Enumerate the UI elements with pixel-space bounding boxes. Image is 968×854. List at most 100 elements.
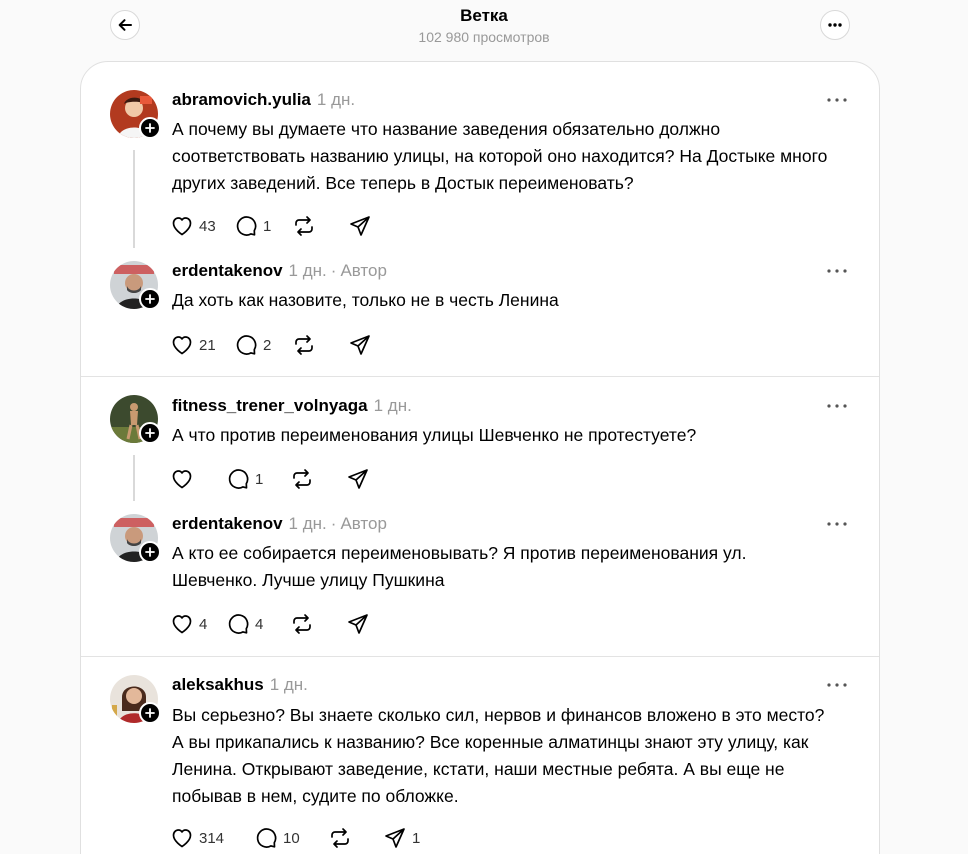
share-button[interactable] — [348, 214, 404, 238]
like-count: 43 — [199, 217, 216, 235]
repost-icon — [293, 469, 311, 489]
post-actions: 1 — [170, 467, 402, 491]
more-options-button[interactable] — [820, 10, 850, 40]
plus-icon — [145, 547, 155, 557]
more-dots-icon[interactable] — [825, 92, 849, 108]
plus-icon — [145, 708, 155, 718]
like-count: 314 — [199, 829, 225, 847]
username[interactable]: abramovich.yulia — [172, 90, 311, 109]
reply-button[interactable]: 2 — [234, 333, 292, 357]
send-icon — [348, 614, 368, 634]
more-dots-icon[interactable] — [825, 398, 849, 414]
timestamp[interactable]: 1 дн. — [374, 396, 412, 415]
username[interactable]: fitness_trener_volnyaga — [172, 396, 368, 415]
post-text: А что против переименования улицы Шевчен… — [172, 425, 697, 445]
meta-separator: · — [330, 514, 337, 533]
timestamp[interactable]: 1 дн. — [289, 261, 327, 280]
thread-divider — [81, 376, 879, 377]
follow-button[interactable] — [139, 117, 161, 139]
send-icon — [350, 335, 370, 355]
reply-button[interactable]: 4 — [226, 612, 290, 636]
repost-button[interactable] — [328, 826, 383, 850]
thread-line — [133, 455, 135, 501]
like-button[interactable] — [170, 467, 226, 491]
more-dots-icon[interactable] — [825, 677, 849, 693]
post-actions: 43 1 — [170, 214, 404, 238]
follow-button[interactable] — [139, 702, 161, 724]
post-actions: 4 4 — [170, 612, 402, 636]
comment-icon — [236, 216, 257, 236]
repost-icon — [293, 614, 311, 634]
heart-icon — [172, 336, 192, 355]
reply-count: 4 — [255, 615, 264, 633]
plus-icon — [145, 294, 155, 304]
thread-divider — [81, 656, 879, 657]
share-button[interactable] — [346, 612, 402, 636]
comment-icon — [236, 335, 257, 355]
thread-line — [133, 150, 135, 248]
share-button[interactable] — [346, 467, 402, 491]
share-count: 1 — [412, 829, 421, 847]
post-text: А почему вы думаете что название заведен… — [172, 119, 828, 193]
like-button[interactable]: 314 — [170, 826, 254, 850]
more-dots-icon[interactable] — [825, 263, 849, 279]
post-text: Да хоть как назовите, только не в честь … — [172, 290, 559, 310]
heart-icon — [172, 615, 192, 634]
repost-icon — [295, 335, 313, 355]
comment-icon — [228, 614, 249, 634]
like-count: 4 — [199, 615, 208, 633]
like-button[interactable]: 21 — [170, 333, 226, 357]
timestamp[interactable]: 1 дн. — [270, 675, 308, 694]
send-icon — [348, 469, 368, 489]
post-actions: 21 2 — [170, 333, 404, 357]
repost-icon — [295, 216, 313, 236]
post-header: fitness_trener_volnyaga 1 дн. — [172, 395, 412, 417]
like-count: 21 — [199, 336, 216, 354]
heart-icon — [172, 829, 192, 848]
post-header: aleksakhus 1 дн. — [172, 674, 308, 696]
author-label: Автор — [340, 261, 387, 280]
repost-icon — [331, 828, 349, 848]
comment-icon — [256, 828, 277, 848]
send-icon — [385, 828, 405, 848]
repost-button[interactable] — [290, 467, 346, 491]
comment-icon — [228, 469, 249, 489]
post-header: erdentakenov 1 дн. · Автор — [172, 513, 387, 535]
post-header: abramovich.yulia 1 дн. — [172, 89, 355, 111]
reply-count: 2 — [263, 336, 272, 354]
post-text: А кто ее собирается переименовывать? Я п… — [172, 543, 747, 590]
reply-button[interactable]: 1 — [234, 214, 292, 238]
repost-button[interactable] — [292, 214, 348, 238]
share-button[interactable] — [348, 333, 404, 357]
thread-card: abramovich.yulia 1 дн. А почему вы думает… — [80, 61, 880, 854]
post-actions: 314 10 1 — [170, 826, 439, 850]
post-header: erdentakenov 1 дн. · Автор — [172, 260, 387, 282]
repost-button[interactable] — [292, 333, 348, 357]
more-horizontal-icon — [828, 23, 842, 27]
send-icon — [350, 216, 370, 236]
reply-count: 1 — [255, 470, 264, 488]
heart-icon — [172, 470, 192, 489]
reply-count: 10 — [283, 829, 300, 847]
username[interactable]: erdentakenov — [172, 261, 283, 280]
reply-button[interactable]: 1 — [226, 467, 290, 491]
follow-button[interactable] — [139, 422, 161, 444]
like-button[interactable]: 43 — [170, 214, 226, 238]
heart-icon — [172, 217, 192, 236]
reply-button[interactable]: 10 — [254, 826, 328, 850]
author-label: Автор — [340, 514, 387, 533]
timestamp[interactable]: 1 дн. — [317, 90, 355, 109]
follow-button[interactable] — [139, 288, 161, 310]
timestamp[interactable]: 1 дн. — [289, 514, 327, 533]
username[interactable]: aleksakhus — [172, 675, 264, 694]
like-button[interactable]: 4 — [170, 612, 226, 636]
plus-icon — [145, 123, 155, 133]
post-text: Вы серьезно? Вы знаете сколько сил, нерв… — [172, 705, 825, 806]
plus-icon — [145, 428, 155, 438]
follow-button[interactable] — [139, 541, 161, 563]
meta-separator: · — [330, 261, 337, 280]
username[interactable]: erdentakenov — [172, 514, 283, 533]
more-dots-icon[interactable] — [825, 516, 849, 532]
share-button[interactable]: 1 — [383, 826, 439, 850]
repost-button[interactable] — [290, 612, 346, 636]
